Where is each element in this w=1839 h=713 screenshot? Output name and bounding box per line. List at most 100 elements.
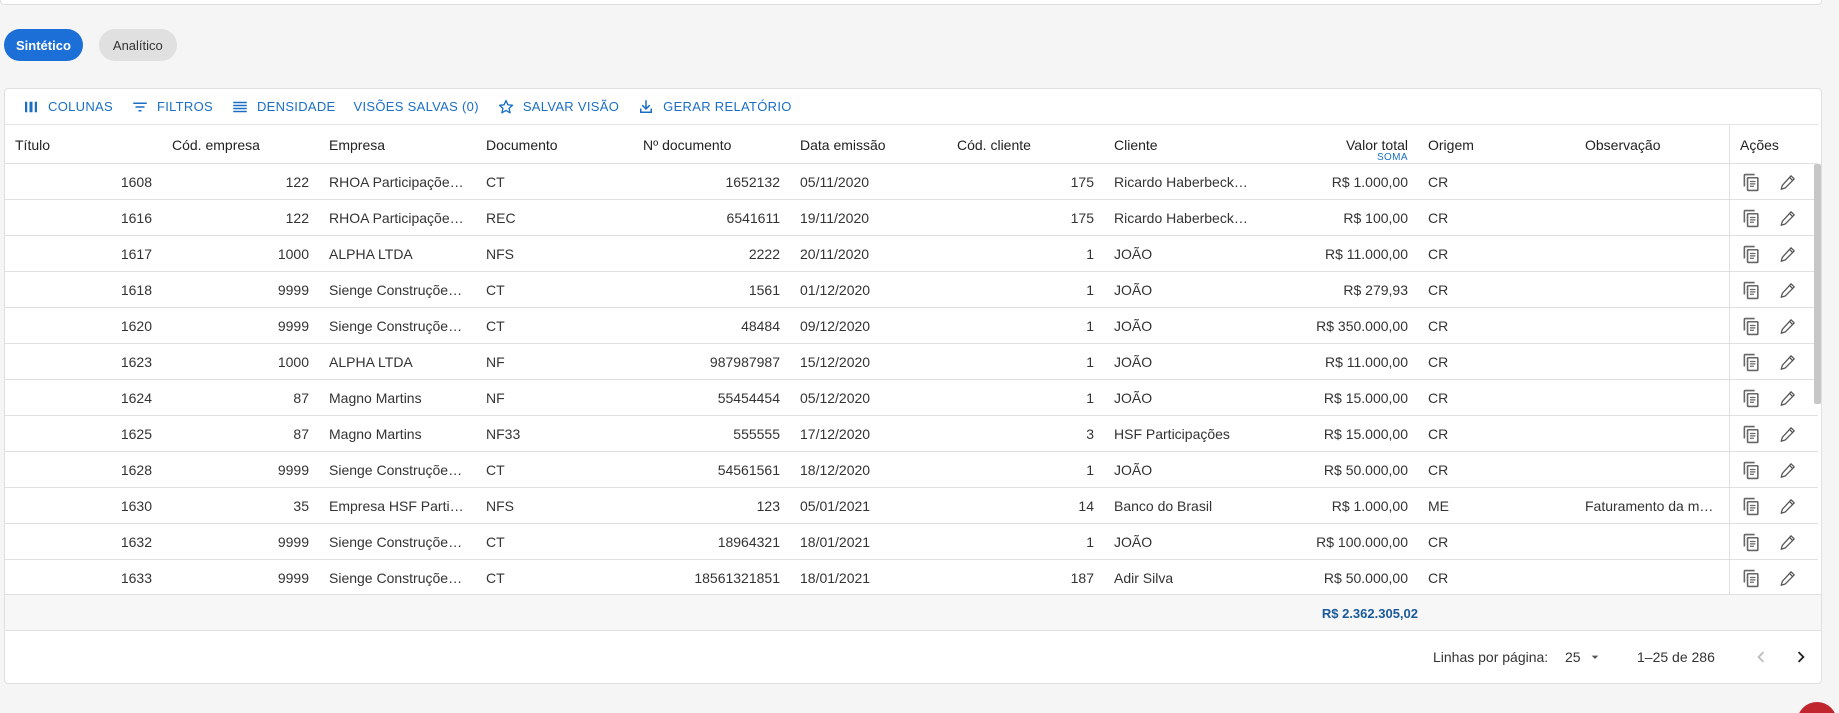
cell-cliente[interactable]: JOÃO xyxy=(1104,272,1261,308)
cell-cod-cliente[interactable]: 1 xyxy=(947,344,1104,380)
cell-cliente[interactable]: JOÃO xyxy=(1104,524,1261,560)
cell-cliente[interactable]: JOÃO xyxy=(1104,344,1261,380)
cell-titulo[interactable]: 1616 xyxy=(5,200,162,236)
cell-cod-empresa[interactable]: 87 xyxy=(162,380,319,416)
cell-observacao[interactable] xyxy=(1575,308,1729,344)
edit-button[interactable] xyxy=(1778,389,1797,408)
cell-num-documento[interactable]: 123 xyxy=(633,488,790,524)
cell-documento[interactable]: CT xyxy=(476,164,633,200)
cell-cod-empresa[interactable]: 9999 xyxy=(162,524,319,560)
cell-titulo[interactable]: 1625 xyxy=(5,416,162,452)
cell-valor-total[interactable]: R$ 100.000,00 xyxy=(1261,524,1418,560)
cell-data-emissao[interactable]: 20/11/2020 xyxy=(790,236,947,272)
cell-num-documento[interactable]: 18561321851 xyxy=(633,560,790,596)
cell-documento[interactable]: REC xyxy=(476,200,633,236)
cell-observacao[interactable]: Faturamento da mensalidade xyxy=(1575,488,1729,524)
cell-empresa[interactable]: Magno Martins xyxy=(319,416,476,452)
cell-titulo[interactable]: 1630 xyxy=(5,488,162,524)
cell-valor-total[interactable]: R$ 50.000,00 xyxy=(1261,560,1418,596)
cell-cod-cliente[interactable]: 1 xyxy=(947,272,1104,308)
saved-views-button[interactable]: VISÕES SALVAS (0) xyxy=(345,92,488,122)
header-empresa[interactable]: Empresa xyxy=(319,125,476,165)
cell-documento[interactable]: NFS xyxy=(476,236,633,272)
save-view-button[interactable]: SALVAR VISÃO xyxy=(488,92,628,122)
cell-cod-empresa[interactable]: 1000 xyxy=(162,236,319,272)
cell-cod-empresa[interactable]: 122 xyxy=(162,200,319,236)
cell-cliente[interactable]: HSF Participações xyxy=(1104,416,1261,452)
cell-cliente[interactable]: JOÃO xyxy=(1104,452,1261,488)
cell-origem[interactable]: CR xyxy=(1418,236,1575,272)
cell-origem[interactable]: CR xyxy=(1418,452,1575,488)
generate-report-button[interactable]: GERAR RELATÓRIO xyxy=(628,92,801,122)
next-page-button[interactable] xyxy=(1789,645,1813,669)
header-documento[interactable]: Documento xyxy=(476,125,633,165)
header-data-emissao[interactable]: Data emissão xyxy=(790,125,947,165)
cell-cod-cliente[interactable]: 3 xyxy=(947,416,1104,452)
cell-num-documento[interactable]: 1652132 xyxy=(633,164,790,200)
cell-empresa[interactable]: Empresa HSF Participações xyxy=(319,488,476,524)
cell-observacao[interactable] xyxy=(1575,560,1729,596)
cell-cliente[interactable]: Adir Silva xyxy=(1104,560,1261,596)
cell-cod-empresa[interactable]: 9999 xyxy=(162,272,319,308)
cell-cliente[interactable]: JOÃO xyxy=(1104,380,1261,416)
cell-titulo[interactable]: 1608 xyxy=(5,164,162,200)
edit-button[interactable] xyxy=(1778,245,1797,264)
cell-valor-total[interactable]: R$ 100,00 xyxy=(1261,200,1418,236)
cell-documento[interactable]: NF33 xyxy=(476,416,633,452)
table-row[interactable]: 1616 122 RHOA Participações LTDA REC 6541611… xyxy=(5,200,1818,236)
cell-origem[interactable]: CR xyxy=(1418,416,1575,452)
cell-num-documento[interactable]: 1561 xyxy=(633,272,790,308)
table-row[interactable]: 1632 9999 Sienge Construções LTDA CT 1896432… xyxy=(5,524,1818,560)
cell-cod-cliente[interactable]: 175 xyxy=(947,200,1104,236)
cell-origem[interactable]: CR xyxy=(1418,200,1575,236)
edit-button[interactable] xyxy=(1778,209,1797,228)
table-row[interactable]: 1630 35 Empresa HSF Participações NFS 123 05/… xyxy=(5,488,1818,524)
cell-data-emissao[interactable]: 18/01/2021 xyxy=(790,560,947,596)
cell-documento[interactable]: NF xyxy=(476,344,633,380)
cell-empresa[interactable]: Magno Martins xyxy=(319,380,476,416)
cell-valor-total[interactable]: R$ 15.000,00 xyxy=(1261,380,1418,416)
header-cod-cliente[interactable]: Cód. cliente xyxy=(947,125,1104,165)
cell-origem[interactable]: CR xyxy=(1418,164,1575,200)
copy-button[interactable] xyxy=(1742,425,1761,444)
cell-titulo[interactable]: 1618 xyxy=(5,272,162,308)
table-row[interactable]: 1625 87 Magno Martins NF33 555555 17/12/2020 3… xyxy=(5,416,1818,452)
edit-button[interactable] xyxy=(1778,533,1797,552)
table-row[interactable]: 1620 9999 Sienge Construções LTDA CT 48484 09… xyxy=(5,308,1818,344)
previous-page-button[interactable] xyxy=(1749,645,1773,669)
cell-num-documento[interactable]: 987987987 xyxy=(633,344,790,380)
cell-titulo[interactable]: 1628 xyxy=(5,452,162,488)
cell-empresa[interactable]: ALPHA LTDA xyxy=(319,236,476,272)
cell-observacao[interactable] xyxy=(1575,236,1729,272)
cell-cod-empresa[interactable]: 122 xyxy=(162,164,319,200)
columns-button[interactable]: COLUNAS xyxy=(13,92,122,122)
table-row[interactable]: 1618 9999 Sienge Construções LTDA CT 1561 01/… xyxy=(5,272,1818,308)
cell-empresa[interactable]: RHOA Participações LTDA xyxy=(319,200,476,236)
cell-valor-total[interactable]: R$ 11.000,00 xyxy=(1261,236,1418,272)
copy-button[interactable] xyxy=(1742,461,1761,480)
cell-cod-cliente[interactable]: 187 xyxy=(947,560,1104,596)
cell-valor-total[interactable]: R$ 1.000,00 xyxy=(1261,488,1418,524)
edit-button[interactable] xyxy=(1778,425,1797,444)
header-origem[interactable]: Origem xyxy=(1418,125,1575,165)
analytic-view-button[interactable]: Analítico xyxy=(98,29,177,61)
vertical-scrollbar-thumb[interactable] xyxy=(1814,164,1821,404)
table-row[interactable]: 1628 9999 Sienge Construções LTDA CT 5456156… xyxy=(5,452,1818,488)
table-row[interactable]: 1624 87 Magno Martins NF 55454454 05/12/2020 1… xyxy=(5,380,1818,416)
cell-empresa[interactable]: Sienge Construções LTDA xyxy=(319,560,476,596)
cell-empresa[interactable]: Sienge Construções LTDA xyxy=(319,308,476,344)
cell-cod-cliente[interactable]: 1 xyxy=(947,524,1104,560)
cell-titulo[interactable]: 1632 xyxy=(5,524,162,560)
cell-documento[interactable]: CT xyxy=(476,452,633,488)
cell-data-emissao[interactable]: 05/12/2020 xyxy=(790,380,947,416)
cell-data-emissao[interactable]: 19/11/2020 xyxy=(790,200,947,236)
cell-cliente[interactable]: Ricardo Haberbeck Filho xyxy=(1104,164,1261,200)
cell-num-documento[interactable]: 48484 xyxy=(633,308,790,344)
edit-button[interactable] xyxy=(1778,497,1797,516)
cell-empresa[interactable]: ALPHA LTDA xyxy=(319,344,476,380)
cell-valor-total[interactable]: R$ 279,93 xyxy=(1261,272,1418,308)
cell-titulo[interactable]: 1620 xyxy=(5,308,162,344)
table-row[interactable]: 1633 9999 Sienge Construções LTDA CT 1856132… xyxy=(5,560,1818,596)
cell-titulo[interactable]: 1623 xyxy=(5,344,162,380)
table-row[interactable]: 1617 1000 ALPHA LTDA NFS 2222 20/11/2020 1 JOÃO… xyxy=(5,236,1818,272)
